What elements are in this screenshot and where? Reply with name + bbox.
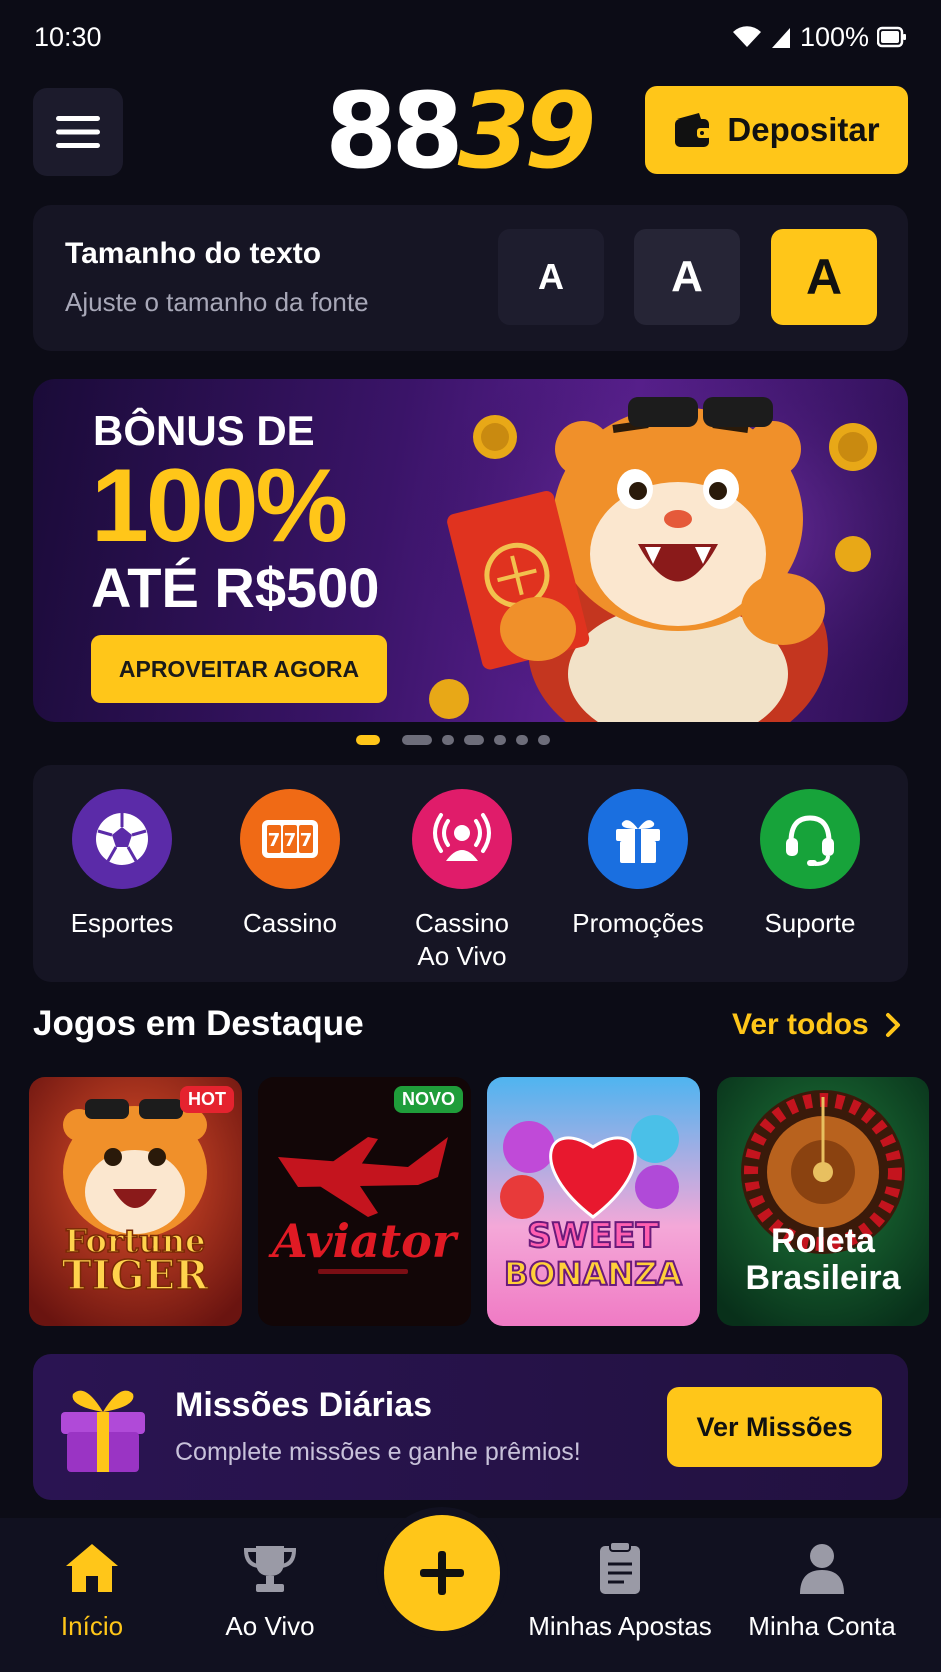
banner-headline-amount: ATÉ R$500	[91, 556, 380, 619]
wifi-icon	[732, 26, 761, 47]
app-header: 8839 Depositar	[33, 79, 908, 183]
see-all-link[interactable]: Ver todos	[732, 1008, 901, 1042]
live-dealer-icon	[433, 813, 491, 861]
carousel-dot[interactable]	[464, 735, 484, 745]
gift-box-icon	[61, 1390, 145, 1472]
missions-subtitle: Complete missões e ganhe prêmios!	[175, 1438, 581, 1466]
category-support-badge	[760, 789, 860, 889]
text-size-small-button[interactable]: A	[498, 229, 604, 325]
nav-label: Ao Vivo	[225, 1611, 315, 1641]
game-card-aviator[interactable]: Aviator NOVO	[258, 1077, 471, 1326]
home-icon	[66, 1544, 118, 1592]
clipboard-icon	[600, 1541, 640, 1594]
carousel-dot[interactable]	[442, 735, 454, 745]
nav-label: Início	[60, 1611, 124, 1641]
text-size-card: Tamanho do texto Ajuste o tamanho da fon…	[33, 205, 908, 351]
game-card-roleta-brasileira[interactable]: Roleta Brasileira	[717, 1077, 929, 1326]
user-icon	[800, 1544, 844, 1594]
fortune-tiger-artwork: Fortune TIGER	[29, 1077, 242, 1326]
view-missions-button[interactable]: Ver Missões	[667, 1387, 882, 1467]
trophy-icon	[243, 1546, 297, 1592]
wallet-icon	[675, 113, 712, 147]
deposit-label: Depositar	[727, 111, 880, 148]
svg-text:7: 7	[268, 830, 281, 851]
menu-button[interactable]	[33, 88, 123, 176]
carousel-dot[interactable]	[516, 735, 528, 745]
carousel-dot[interactable]	[356, 735, 380, 745]
category-live-casino-badge	[412, 789, 512, 889]
battery-percent: 100%	[799, 21, 869, 52]
gift-icon	[616, 820, 660, 863]
game-title-line1: Roleta	[771, 1222, 876, 1260]
text-size-title: Tamanho do texto	[65, 237, 322, 270]
text-size-subtitle: Ajuste o tamanho da fonte	[65, 287, 369, 317]
headset-icon	[786, 815, 834, 866]
category-label: Cassino Ao Vivo	[415, 908, 509, 971]
nav-live[interactable]: Ao Vivo	[170, 1542, 370, 1642]
category-shortcuts: Esportes 7 7 7 Cassino Cassino Ao Vivo P…	[33, 765, 908, 982]
hot-badge: HOT	[180, 1086, 234, 1113]
deposit-button[interactable]: Depositar	[645, 86, 908, 174]
game-title-line1: Aviator	[268, 1214, 460, 1268]
soccer-ball-icon	[96, 813, 148, 865]
daily-missions-card: Missões Diárias Complete missões e ganhe…	[33, 1354, 908, 1500]
plus-icon	[420, 1551, 464, 1595]
category-label: Esportes	[70, 908, 174, 938]
nav-label: Minhas Apostas	[528, 1611, 712, 1641]
carousel-indicators	[356, 735, 550, 745]
carousel-dot[interactable]	[494, 735, 506, 745]
roleta-artwork: Roleta Brasileira	[717, 1077, 929, 1326]
tiger-mascot-illustration	[413, 379, 908, 722]
game-title-line2: Brasileira	[746, 1259, 902, 1297]
nav-label: Minha Conta	[748, 1611, 896, 1641]
category-label: Suporte	[764, 908, 856, 938]
category-label: Promoções	[572, 908, 704, 938]
category-sports[interactable]: Esportes	[37, 789, 207, 940]
category-support[interactable]: Suporte	[725, 789, 895, 940]
banner-headline-percent: 100%	[91, 448, 348, 564]
category-sports-badge	[72, 789, 172, 889]
logo-part-white: 88	[325, 70, 464, 192]
nav-my-bets[interactable]: Minhas Apostas	[520, 1541, 720, 1642]
missions-title: Missões Diárias	[175, 1386, 433, 1424]
category-live-casino[interactable]: Cassino Ao Vivo	[377, 789, 547, 973]
sweet-bonanza-artwork: SWEET BONANZA	[487, 1077, 700, 1326]
game-title-line1: SWEET	[527, 1216, 659, 1256]
quick-bet-add-button[interactable]	[384, 1515, 500, 1631]
game-card-fortune-tiger[interactable]: Fortune TIGER HOT	[29, 1077, 242, 1326]
svg-text:7: 7	[284, 830, 297, 851]
carousel-dot[interactable]	[538, 735, 550, 745]
category-label: Cassino	[243, 908, 337, 938]
carousel-dot[interactable]	[402, 735, 432, 745]
featured-section-title: Jogos em Destaque	[33, 1004, 364, 1043]
aviator-artwork: Aviator	[258, 1077, 471, 1326]
slot-777-icon: 7 7 7	[262, 820, 318, 858]
text-size-large-button[interactable]: A	[771, 229, 877, 325]
nav-home[interactable]: Início	[0, 1542, 192, 1642]
game-title-line2: TIGER	[62, 1252, 209, 1299]
category-promotions[interactable]: Promoções	[553, 789, 723, 940]
status-bar: 10:30 100%	[0, 0, 941, 74]
game-title-line2: BONANZA	[504, 1255, 682, 1293]
text-size-medium-button[interactable]: A	[634, 229, 740, 325]
status-time: 10:30	[34, 21, 102, 52]
battery-icon	[877, 26, 906, 48]
brand-logo[interactable]: 8839	[325, 79, 596, 183]
promo-banner[interactable]: BÔNUS DE 100% ATÉ R$500 APROVEITAR AGORA	[33, 379, 908, 722]
category-casino[interactable]: 7 7 7 Cassino	[205, 789, 375, 940]
category-promotions-badge	[588, 789, 688, 889]
banner-cta-button[interactable]: APROVEITAR AGORA	[91, 635, 387, 703]
category-casino-badge: 7 7 7	[240, 789, 340, 889]
signal-icon	[771, 28, 790, 48]
game-card-sweet-bonanza[interactable]: SWEET BONANZA	[487, 1077, 700, 1326]
logo-part-yellow: 39	[457, 70, 597, 192]
svg-text:7: 7	[300, 830, 313, 851]
nav-account[interactable]: Minha Conta	[722, 1542, 922, 1642]
hamburger-icon	[56, 116, 100, 148]
new-badge: NOVO	[393, 1086, 463, 1113]
chevron-right-icon	[885, 1013, 900, 1037]
see-all-label: Ver todos	[732, 1008, 869, 1041]
status-icons: 100%	[732, 22, 907, 53]
